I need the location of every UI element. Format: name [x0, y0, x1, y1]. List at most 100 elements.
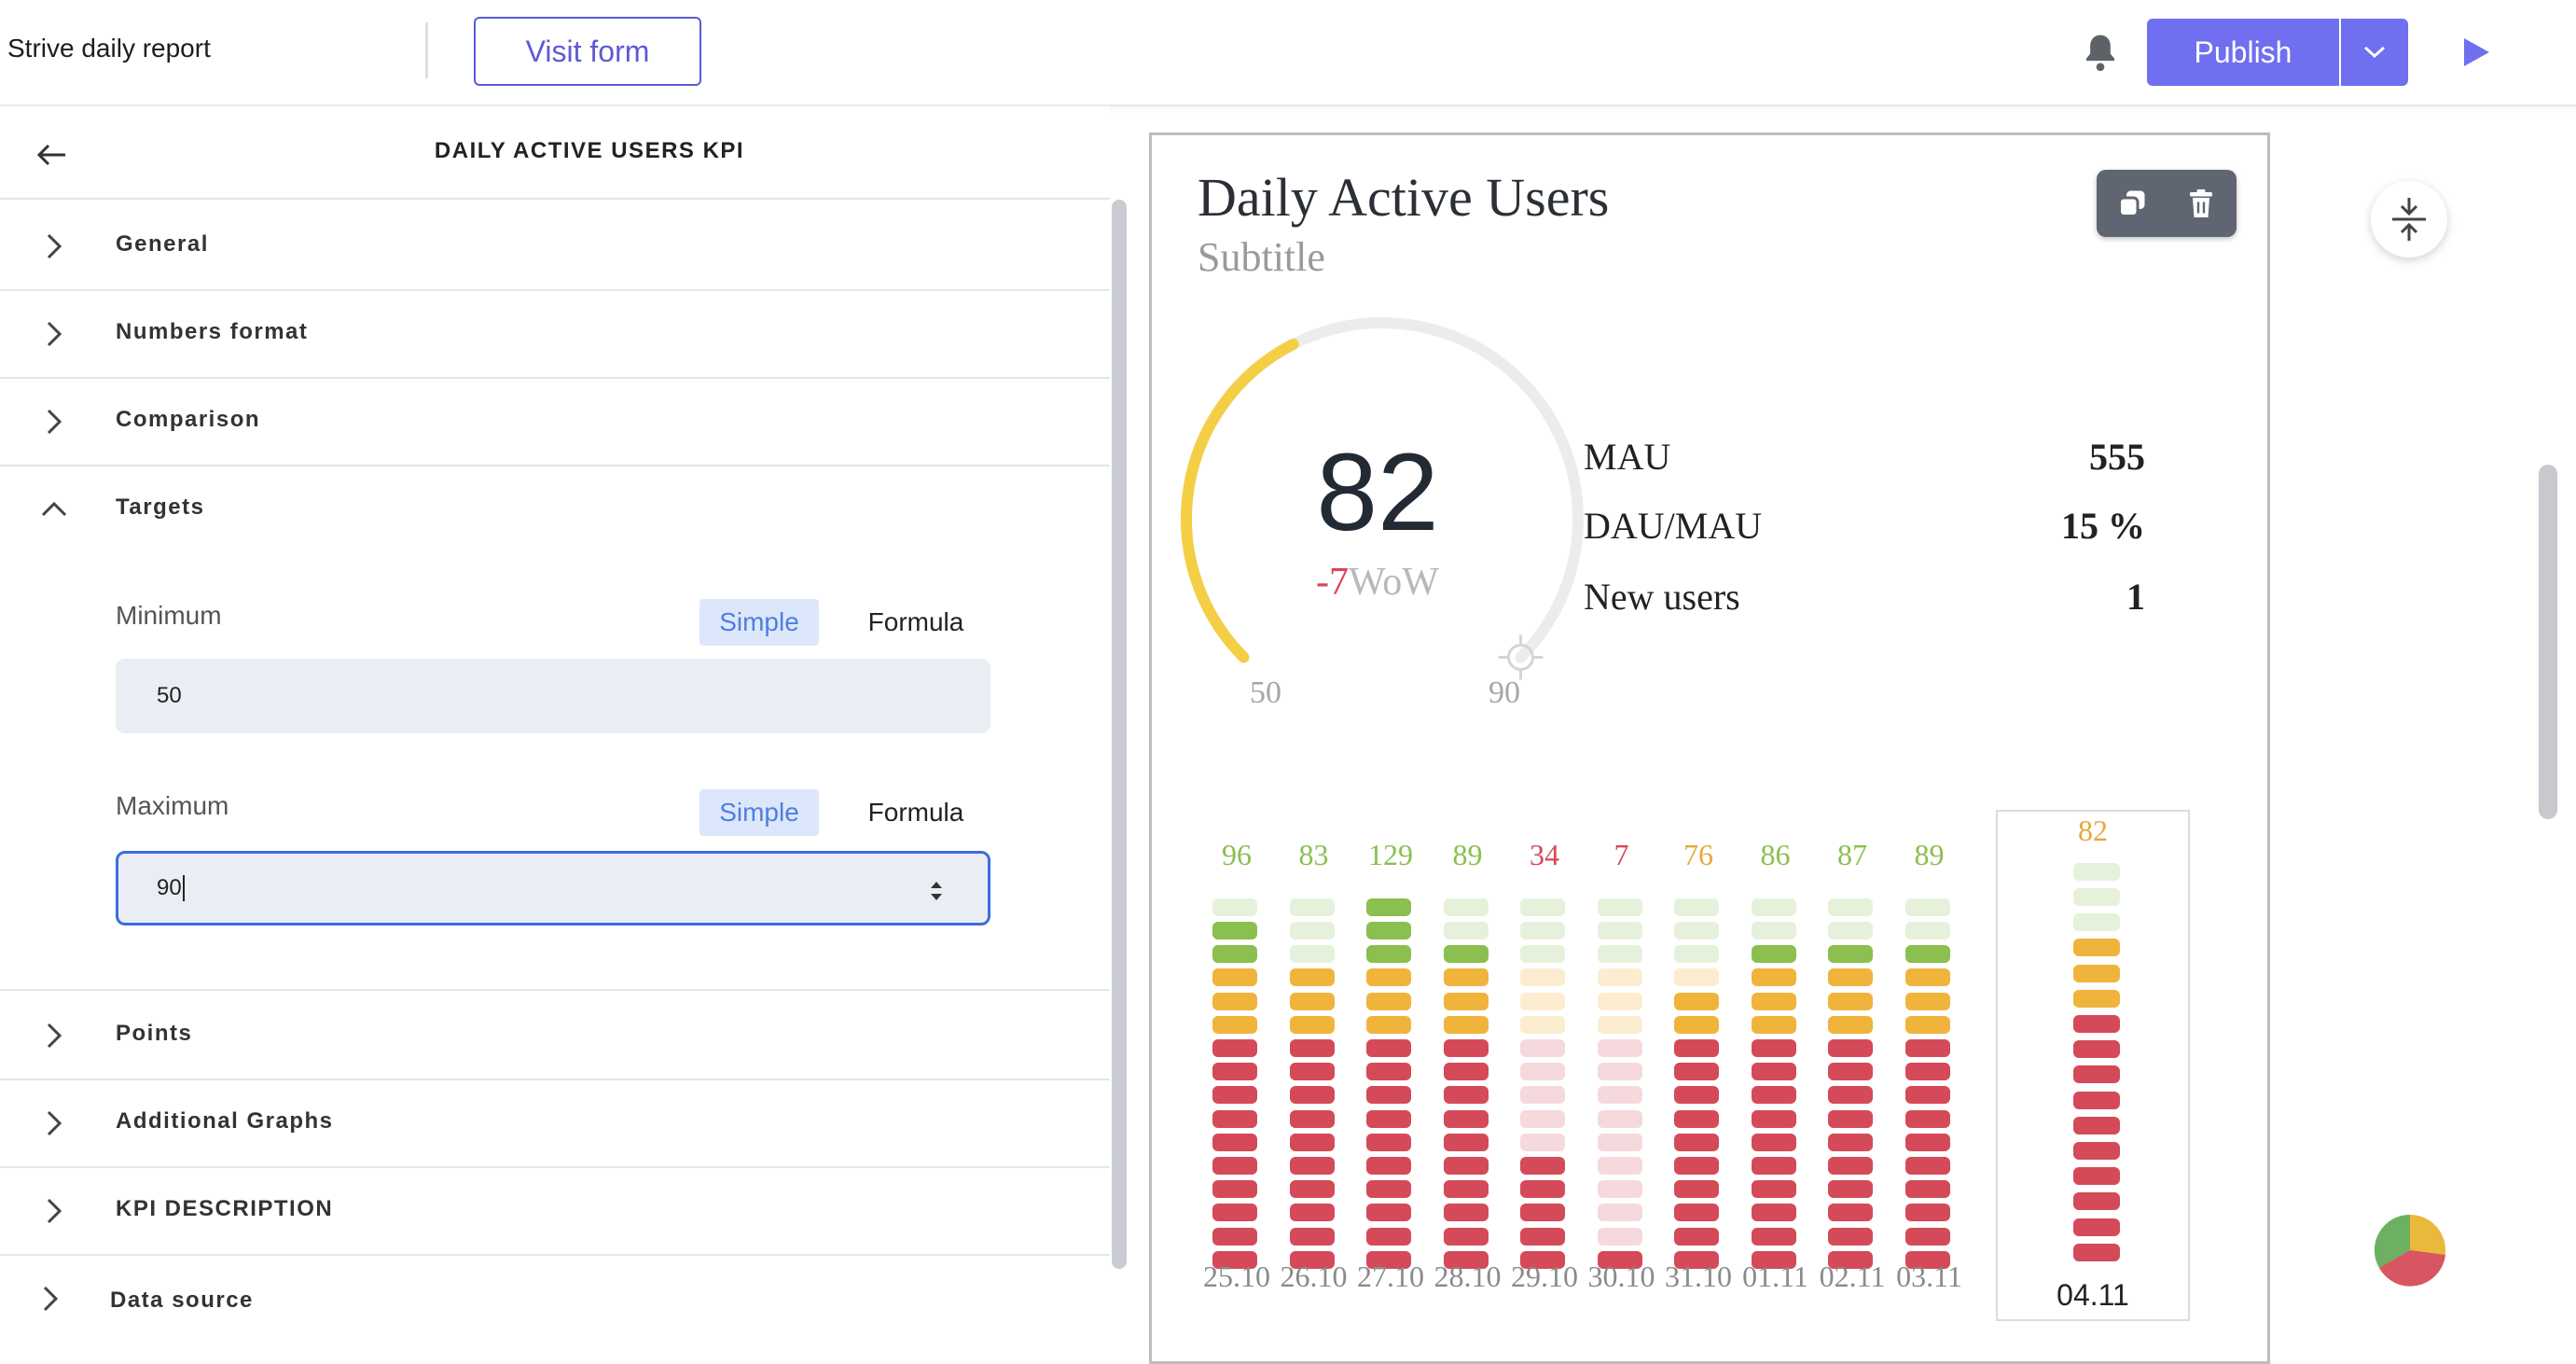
bar-segment	[1443, 945, 1489, 964]
bar-segment	[1443, 1204, 1489, 1222]
bar-segment	[1520, 992, 1565, 1010]
bar-segment	[1674, 922, 1719, 939]
bar-segment	[2073, 964, 2120, 982]
bar-segment	[1904, 1109, 1950, 1128]
bar-segment	[1289, 1227, 1335, 1246]
bar-value-label: 87	[1837, 838, 1867, 871]
minimum-formula-toggle[interactable]: Formula	[851, 599, 981, 646]
chevron-right-icon	[47, 321, 62, 347]
divider	[0, 198, 1110, 200]
section-label: Additional Graphs	[116, 1108, 334, 1134]
bar-value-label: 89	[1452, 838, 1483, 871]
bar-segment	[1443, 922, 1489, 939]
bar-segment	[1828, 1039, 1873, 1057]
bar-segment	[1366, 898, 1411, 916]
bar-segment	[1751, 1204, 1796, 1222]
bar-segment	[1289, 1157, 1335, 1175]
bar-segment	[1443, 1227, 1489, 1246]
bar-segment	[2073, 1040, 2120, 1059]
stat-name: New users	[1584, 576, 1740, 618]
bar-segment	[1597, 898, 1642, 916]
bar-segment	[1597, 1133, 1642, 1151]
section-label: Points	[116, 1021, 193, 1046]
chevron-right-icon	[47, 1198, 62, 1224]
duplicate-icon[interactable]	[2115, 187, 2149, 220]
maximum-input[interactable]: 90	[116, 851, 990, 926]
bar-segment	[1597, 922, 1642, 939]
bar-value-label: 34	[1530, 838, 1559, 871]
section-data-source[interactable]: Data source	[0, 1256, 1110, 1342]
bar-segment	[1674, 1157, 1719, 1175]
bar-segment	[1366, 1157, 1411, 1175]
section-kpi-description[interactable]: KPI DESCRIPTION	[0, 1168, 1110, 1256]
bar-segment	[1212, 922, 1257, 939]
bar-segment	[1751, 898, 1796, 916]
bar-segment	[2073, 1015, 2120, 1033]
bar-segment	[1828, 1015, 1873, 1034]
collapse-button[interactable]	[2371, 181, 2447, 257]
bar-segment	[2073, 1116, 2120, 1134]
section-points[interactable]: Points	[0, 993, 1110, 1080]
page-scrollbar[interactable]	[2539, 465, 2557, 819]
bar-segment	[1674, 1180, 1719, 1199]
bar-segment	[1674, 1039, 1719, 1057]
divider	[425, 22, 428, 78]
bar-segment	[1751, 1015, 1796, 1034]
visit-form-button[interactable]: Visit form	[474, 17, 701, 86]
bar-segment	[1904, 1039, 1950, 1057]
bar-segment	[1443, 1180, 1489, 1199]
publish-button[interactable]: Publish	[2147, 19, 2339, 86]
bar-segment	[1212, 1133, 1257, 1151]
play-icon[interactable]	[2458, 35, 2492, 69]
bar-segment	[1212, 1039, 1257, 1057]
bar-segment	[1520, 1227, 1565, 1246]
bar-segment	[1289, 1086, 1335, 1105]
chevron-up-icon[interactable]	[39, 494, 69, 524]
minimum-simple-toggle[interactable]: Simple	[699, 599, 819, 646]
bar-segment	[1674, 1227, 1719, 1246]
bar-value-label: 129	[1368, 838, 1413, 871]
section-general[interactable]: General	[0, 203, 1110, 291]
chart-logo-icon[interactable]	[2373, 1213, 2447, 1287]
section-label[interactable]: Targets	[116, 494, 204, 521]
bar-segment	[1597, 1157, 1642, 1175]
bell-icon[interactable]	[2082, 32, 2119, 73]
bar-segment	[1366, 945, 1411, 964]
section-comparison[interactable]: Comparison	[0, 379, 1110, 466]
bar-segment	[1904, 1227, 1950, 1246]
minimum-input[interactable]: 50	[116, 659, 990, 733]
daily-bars-chart: 96 25.10 83 26.10 129 27.10 89 28.10 34 29.10 7 30.…	[1203, 821, 2201, 1325]
section-numbers-format[interactable]: Numbers format	[0, 291, 1110, 379]
panel-scrollbar[interactable]	[1112, 200, 1127, 1269]
section-label: Comparison	[116, 407, 261, 432]
section-additional-graphs[interactable]: Additional Graphs	[0, 1080, 1110, 1168]
stat-value: 1	[2126, 576, 2145, 618]
bar-segment	[1520, 1109, 1565, 1128]
section-label: General	[116, 231, 209, 257]
publish-options-button[interactable]	[2341, 19, 2408, 86]
bar-segment	[1366, 1109, 1411, 1128]
stepper-icon[interactable]	[928, 878, 945, 904]
gauge-max-label: 90	[1489, 675, 1520, 710]
bar-segment	[1366, 1204, 1411, 1222]
maximum-simple-toggle[interactable]: Simple	[699, 789, 819, 836]
bar-segment	[1828, 1133, 1873, 1151]
bar-value-label: 7	[1613, 838, 1629, 871]
bar-segment	[1212, 1109, 1257, 1128]
bar-segment	[2073, 1243, 2120, 1261]
bar-segment	[1751, 922, 1796, 939]
panel-title: DAILY ACTIVE USERS KPI	[434, 138, 745, 163]
bar-segment	[1366, 1063, 1411, 1081]
top-bar: Strive daily report Visit form Publish	[0, 0, 2576, 106]
bar-segment	[1443, 1086, 1489, 1105]
bar-segment	[2073, 913, 2120, 932]
trash-icon[interactable]	[2184, 187, 2218, 220]
maximum-label: Maximum	[116, 791, 229, 820]
bar-segment	[1289, 945, 1335, 964]
bar-segment	[1674, 945, 1719, 964]
bar-segment	[1289, 922, 1335, 939]
bar-segment	[1597, 945, 1642, 964]
maximum-formula-toggle[interactable]: Formula	[851, 789, 981, 836]
bar-segment	[1366, 1015, 1411, 1034]
bar-segment	[2073, 1167, 2120, 1186]
